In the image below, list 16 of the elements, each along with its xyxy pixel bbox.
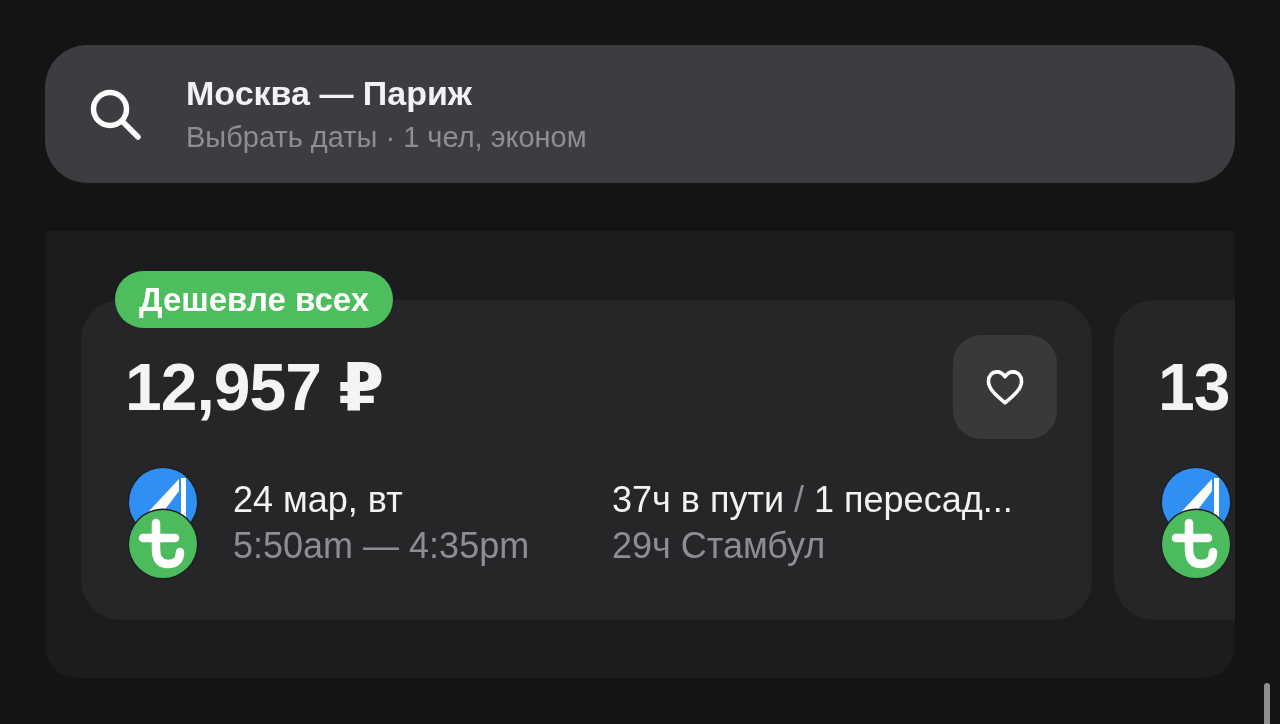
flight-date: 24 мар, вт [233, 478, 403, 522]
cheapest-badge: Дешевле всех [115, 271, 394, 328]
layover-text: 29ч Стамбул [612, 524, 826, 568]
favorite-button[interactable] [953, 335, 1057, 439]
airline-logos-icon [125, 464, 201, 582]
search-bar[interactable]: Москва — Париж Выбрать даты · 1 чел, эконом [45, 45, 1235, 183]
price-text: 13 [1158, 354, 1230, 420]
price-text: 12,957 ₽ [125, 354, 384, 420]
airline-logos-icon [1158, 464, 1234, 582]
scroll-indicator [1264, 683, 1270, 724]
ticket-card[interactable]: 13 [1114, 300, 1235, 620]
flight-times: 5:50am — 4:35pm [233, 524, 530, 568]
route-summary: 37ч в пути / 1 пересад... [612, 478, 1013, 522]
search-icon [88, 87, 142, 141]
route-title: Москва — Париж [186, 73, 473, 114]
search-details: Выбрать даты · 1 чел, эконом [186, 120, 587, 155]
